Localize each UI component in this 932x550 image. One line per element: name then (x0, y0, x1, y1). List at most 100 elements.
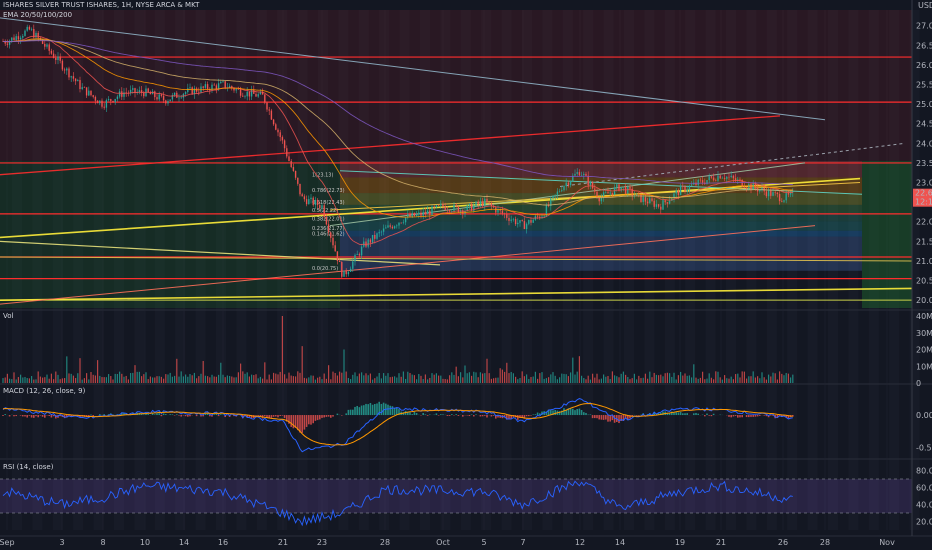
volume-legend[interactable]: Vol (3, 312, 14, 320)
volume-bar (600, 378, 602, 383)
macd-histogram-bar (424, 414, 427, 416)
volume-bar (50, 373, 52, 383)
rsi-tick-label: 20.00 (916, 518, 932, 527)
macd-histogram-bar (752, 415, 754, 417)
candle-body (422, 211, 424, 216)
volume-bar (743, 371, 745, 383)
volume-bar (286, 378, 288, 383)
volume-bar (532, 376, 534, 383)
candle-body (433, 206, 435, 208)
volume-bar (748, 376, 750, 383)
candle-body (352, 261, 354, 269)
macd-histogram-bar (387, 404, 389, 416)
price-tick-label: 25.00 (916, 100, 932, 109)
ema-legend[interactable]: EMA 20/50/100/200 (3, 11, 72, 19)
macd-histogram-bar (321, 415, 323, 418)
volume-bar (297, 371, 299, 383)
volume-bar (198, 376, 200, 383)
candle-body (657, 204, 660, 207)
candle-body (664, 200, 666, 203)
candle-body (52, 53, 55, 58)
volume-bar (728, 378, 730, 383)
volume-bar (583, 378, 585, 383)
macd-histogram-bar (750, 415, 752, 417)
candle-body (739, 179, 741, 181)
macd-histogram-bar (213, 414, 215, 416)
time-tick-label: 3 (59, 538, 64, 547)
candle-body (530, 220, 532, 223)
volume-bar (112, 379, 114, 383)
candle-body (440, 203, 442, 206)
candle-body (286, 148, 288, 157)
volume-bar (207, 376, 209, 383)
chart-canvas[interactable]: 1(23.13)0.786(22.73)0.618(22.43)0.5(22.2… (0, 0, 932, 550)
macd-histogram-bar (349, 409, 352, 416)
candle-body (338, 260, 341, 263)
tradingview-chart[interactable]: 1(23.13) 0.786(22.73) 0.618(22.43) 0.5(22.2… (0, 0, 932, 550)
volume-bar (405, 378, 407, 383)
volume-bar (218, 374, 220, 383)
volume-bar (715, 371, 717, 383)
macd-histogram-bar (528, 415, 530, 417)
volume-bar (713, 379, 715, 383)
macd-tick-label: 0.00 (916, 411, 932, 420)
volume-bar (781, 373, 783, 383)
candle-body (770, 190, 772, 196)
candle-body (710, 176, 713, 178)
candle-body (468, 203, 471, 206)
candle-body (587, 175, 589, 186)
candle-body (178, 97, 180, 99)
macd-legend[interactable]: MACD (12, 26, close, 9) (3, 387, 86, 395)
time-tick-label: 21 (278, 538, 288, 547)
volume-bar (614, 375, 616, 383)
volume-bar (215, 376, 217, 383)
volume-bar (15, 379, 17, 383)
macd-histogram-bar (13, 415, 15, 417)
candle-body (347, 271, 350, 275)
macd-histogram-bar (591, 415, 594, 419)
macd-histogram-bar (314, 415, 317, 421)
macd-histogram-bar (52, 415, 55, 417)
volume-bar (160, 376, 162, 383)
volume-bar (603, 374, 605, 383)
resistance-zone (0, 10, 912, 161)
macd-histogram-bar (325, 415, 328, 417)
macd-histogram-bar (481, 415, 484, 417)
volume-bar (53, 379, 55, 383)
volume-bar (116, 374, 118, 383)
volume-bar (37, 371, 39, 383)
macd-histogram-bar (356, 405, 358, 416)
volume-bar (257, 378, 259, 383)
candle-body (743, 186, 746, 188)
macd-histogram-bar (354, 406, 356, 416)
volume-bar (594, 377, 596, 383)
volume-bar (570, 372, 572, 383)
candle-body (165, 100, 167, 104)
candle-body (116, 96, 119, 99)
candle-body (167, 101, 169, 104)
rsi-legend[interactable]: RSI (14, close) (3, 463, 54, 471)
candle-body (88, 90, 90, 96)
volume-bar (644, 373, 646, 383)
macd-histogram-bar (693, 413, 695, 416)
candle-body (569, 181, 572, 186)
volume-bar (108, 374, 110, 383)
price-tick-label: 23.00 (916, 179, 932, 188)
volume-bar (262, 378, 264, 383)
volume-bar (627, 377, 629, 383)
candle-body (266, 102, 268, 110)
volume-bar (556, 379, 558, 383)
candle-body (268, 109, 270, 111)
macd-histogram-bar (145, 413, 147, 416)
macd-histogram-bar (618, 415, 620, 424)
macd-histogram-bar (158, 413, 160, 416)
candle-body (283, 140, 286, 149)
candle-body (369, 239, 372, 243)
symbol-title[interactable]: ISHARES SILVER TRUST ISHARES, 1H, NYSE A… (3, 1, 200, 9)
candle-body (57, 56, 59, 61)
volume-bar (266, 379, 268, 383)
volume-bar (567, 376, 569, 383)
candle-body (413, 212, 416, 217)
macd-histogram-bar (290, 415, 292, 427)
candle-body (662, 200, 664, 210)
